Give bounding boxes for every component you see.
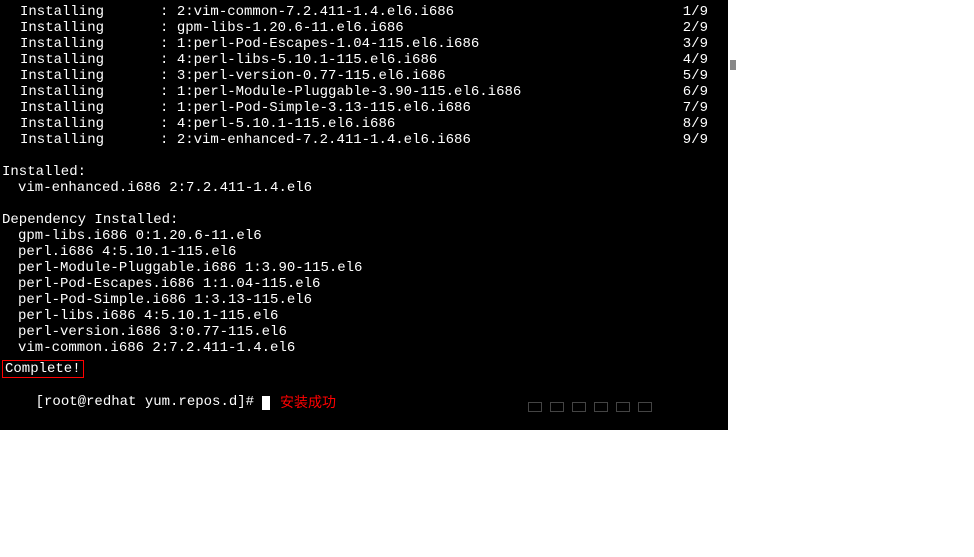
- install-row: Installing : 2:vim-enhanced-7.2.411-1.4.…: [0, 132, 728, 148]
- install-sep: :: [160, 84, 177, 100]
- dependency-item: perl-version.i686 3:0.77-115.el6: [0, 324, 728, 340]
- dependency-header: Dependency Installed:: [0, 212, 728, 228]
- status-icon: [638, 402, 652, 412]
- install-package: gpm-libs-1.20.6-11.el6.i686: [177, 20, 683, 36]
- install-sep: :: [160, 116, 177, 132]
- install-package: 2:vim-common-7.2.411-1.4.el6.i686: [177, 4, 683, 20]
- status-icon: [594, 402, 608, 412]
- install-row: Installing : 1:perl-Module-Pluggable-3.9…: [0, 84, 728, 100]
- install-label: Installing: [20, 84, 160, 100]
- status-bar-icons: [528, 402, 652, 412]
- dependency-item: gpm-libs.i686 0:1.20.6-11.el6: [0, 228, 728, 244]
- install-label: Installing: [20, 4, 160, 20]
- install-label: Installing: [20, 20, 160, 36]
- install-package: 1:perl-Module-Pluggable-3.90-115.el6.i68…: [177, 84, 683, 100]
- annotation-success: 安装成功: [280, 394, 336, 410]
- install-row: Installing : 4:perl-5.10.1-115.el6.i686 …: [0, 116, 728, 132]
- install-progress: 9/9: [683, 132, 728, 148]
- install-sep: :: [160, 100, 177, 116]
- complete-text: Complete!: [5, 361, 81, 377]
- dependency-item: perl-Pod-Simple.i686 1:3.13-115.el6: [0, 292, 728, 308]
- complete-highlight-box: Complete!: [2, 360, 84, 378]
- installed-header: Installed:: [0, 164, 728, 180]
- dependency-item: perl-libs.i686 4:5.10.1-115.el6: [0, 308, 728, 324]
- install-package: 3:perl-version-0.77-115.el6.i686: [177, 68, 683, 84]
- install-progress: 4/9: [683, 52, 728, 68]
- install-progress: 3/9: [683, 36, 728, 52]
- cursor-icon: [262, 396, 270, 410]
- install-label: Installing: [20, 100, 160, 116]
- installed-item: vim-enhanced.i686 2:7.2.411-1.4.el6: [0, 180, 728, 196]
- install-progress: 2/9: [683, 20, 728, 36]
- install-row: Installing : 3:perl-version-0.77-115.el6…: [0, 68, 728, 84]
- blank-line: [0, 196, 728, 212]
- install-progress: 5/9: [683, 68, 728, 84]
- install-label: Installing: [20, 68, 160, 84]
- install-sep: :: [160, 132, 177, 148]
- install-sep: :: [160, 36, 177, 52]
- install-label: Installing: [20, 116, 160, 132]
- install-sep: :: [160, 68, 177, 84]
- status-icon: [572, 402, 586, 412]
- status-icon: [550, 402, 564, 412]
- install-package: 1:perl-Pod-Escapes-1.04-115.el6.i686: [177, 36, 683, 52]
- install-label: Installing: [20, 36, 160, 52]
- install-progress: 7/9: [683, 100, 728, 116]
- install-progress: 6/9: [683, 84, 728, 100]
- install-row: Installing : 2:vim-common-7.2.411-1.4.el…: [0, 4, 728, 20]
- dependency-item: vim-common.i686 2:7.2.411-1.4.el6: [0, 340, 728, 356]
- install-row: Installing : gpm-libs-1.20.6-11.el6.i686…: [0, 20, 728, 36]
- status-icon: [528, 402, 542, 412]
- install-progress: 8/9: [683, 116, 728, 132]
- dependency-item: perl-Module-Pluggable.i686 1:3.90-115.el…: [0, 260, 728, 276]
- install-package: 1:perl-Pod-Simple-3.13-115.el6.i686: [177, 100, 683, 116]
- install-sep: :: [160, 52, 177, 68]
- terminal-output[interactable]: Installing : 2:vim-common-7.2.411-1.4.el…: [0, 0, 728, 430]
- status-icon: [616, 402, 630, 412]
- blank-line: [0, 148, 728, 164]
- install-row: Installing : 1:perl-Pod-Escapes-1.04-115…: [0, 36, 728, 52]
- scrollbar-marker: [730, 60, 736, 70]
- shell-prompt: [root@redhat yum.repos.d]#: [36, 394, 263, 410]
- install-package: 4:perl-libs-5.10.1-115.el6.i686: [177, 52, 683, 68]
- install-progress: 1/9: [683, 4, 728, 20]
- install-label: Installing: [20, 132, 160, 148]
- dependency-item: perl.i686 4:5.10.1-115.el6: [0, 244, 728, 260]
- install-package: 2:vim-enhanced-7.2.411-1.4.el6.i686: [177, 132, 683, 148]
- install-sep: :: [160, 4, 177, 20]
- install-row: Installing : 4:perl-libs-5.10.1-115.el6.…: [0, 52, 728, 68]
- dependency-item: perl-Pod-Escapes.i686 1:1.04-115.el6: [0, 276, 728, 292]
- install-sep: :: [160, 20, 177, 36]
- install-row: Installing : 1:perl-Pod-Simple-3.13-115.…: [0, 100, 728, 116]
- install-label: Installing: [20, 52, 160, 68]
- install-package: 4:perl-5.10.1-115.el6.i686: [177, 116, 683, 132]
